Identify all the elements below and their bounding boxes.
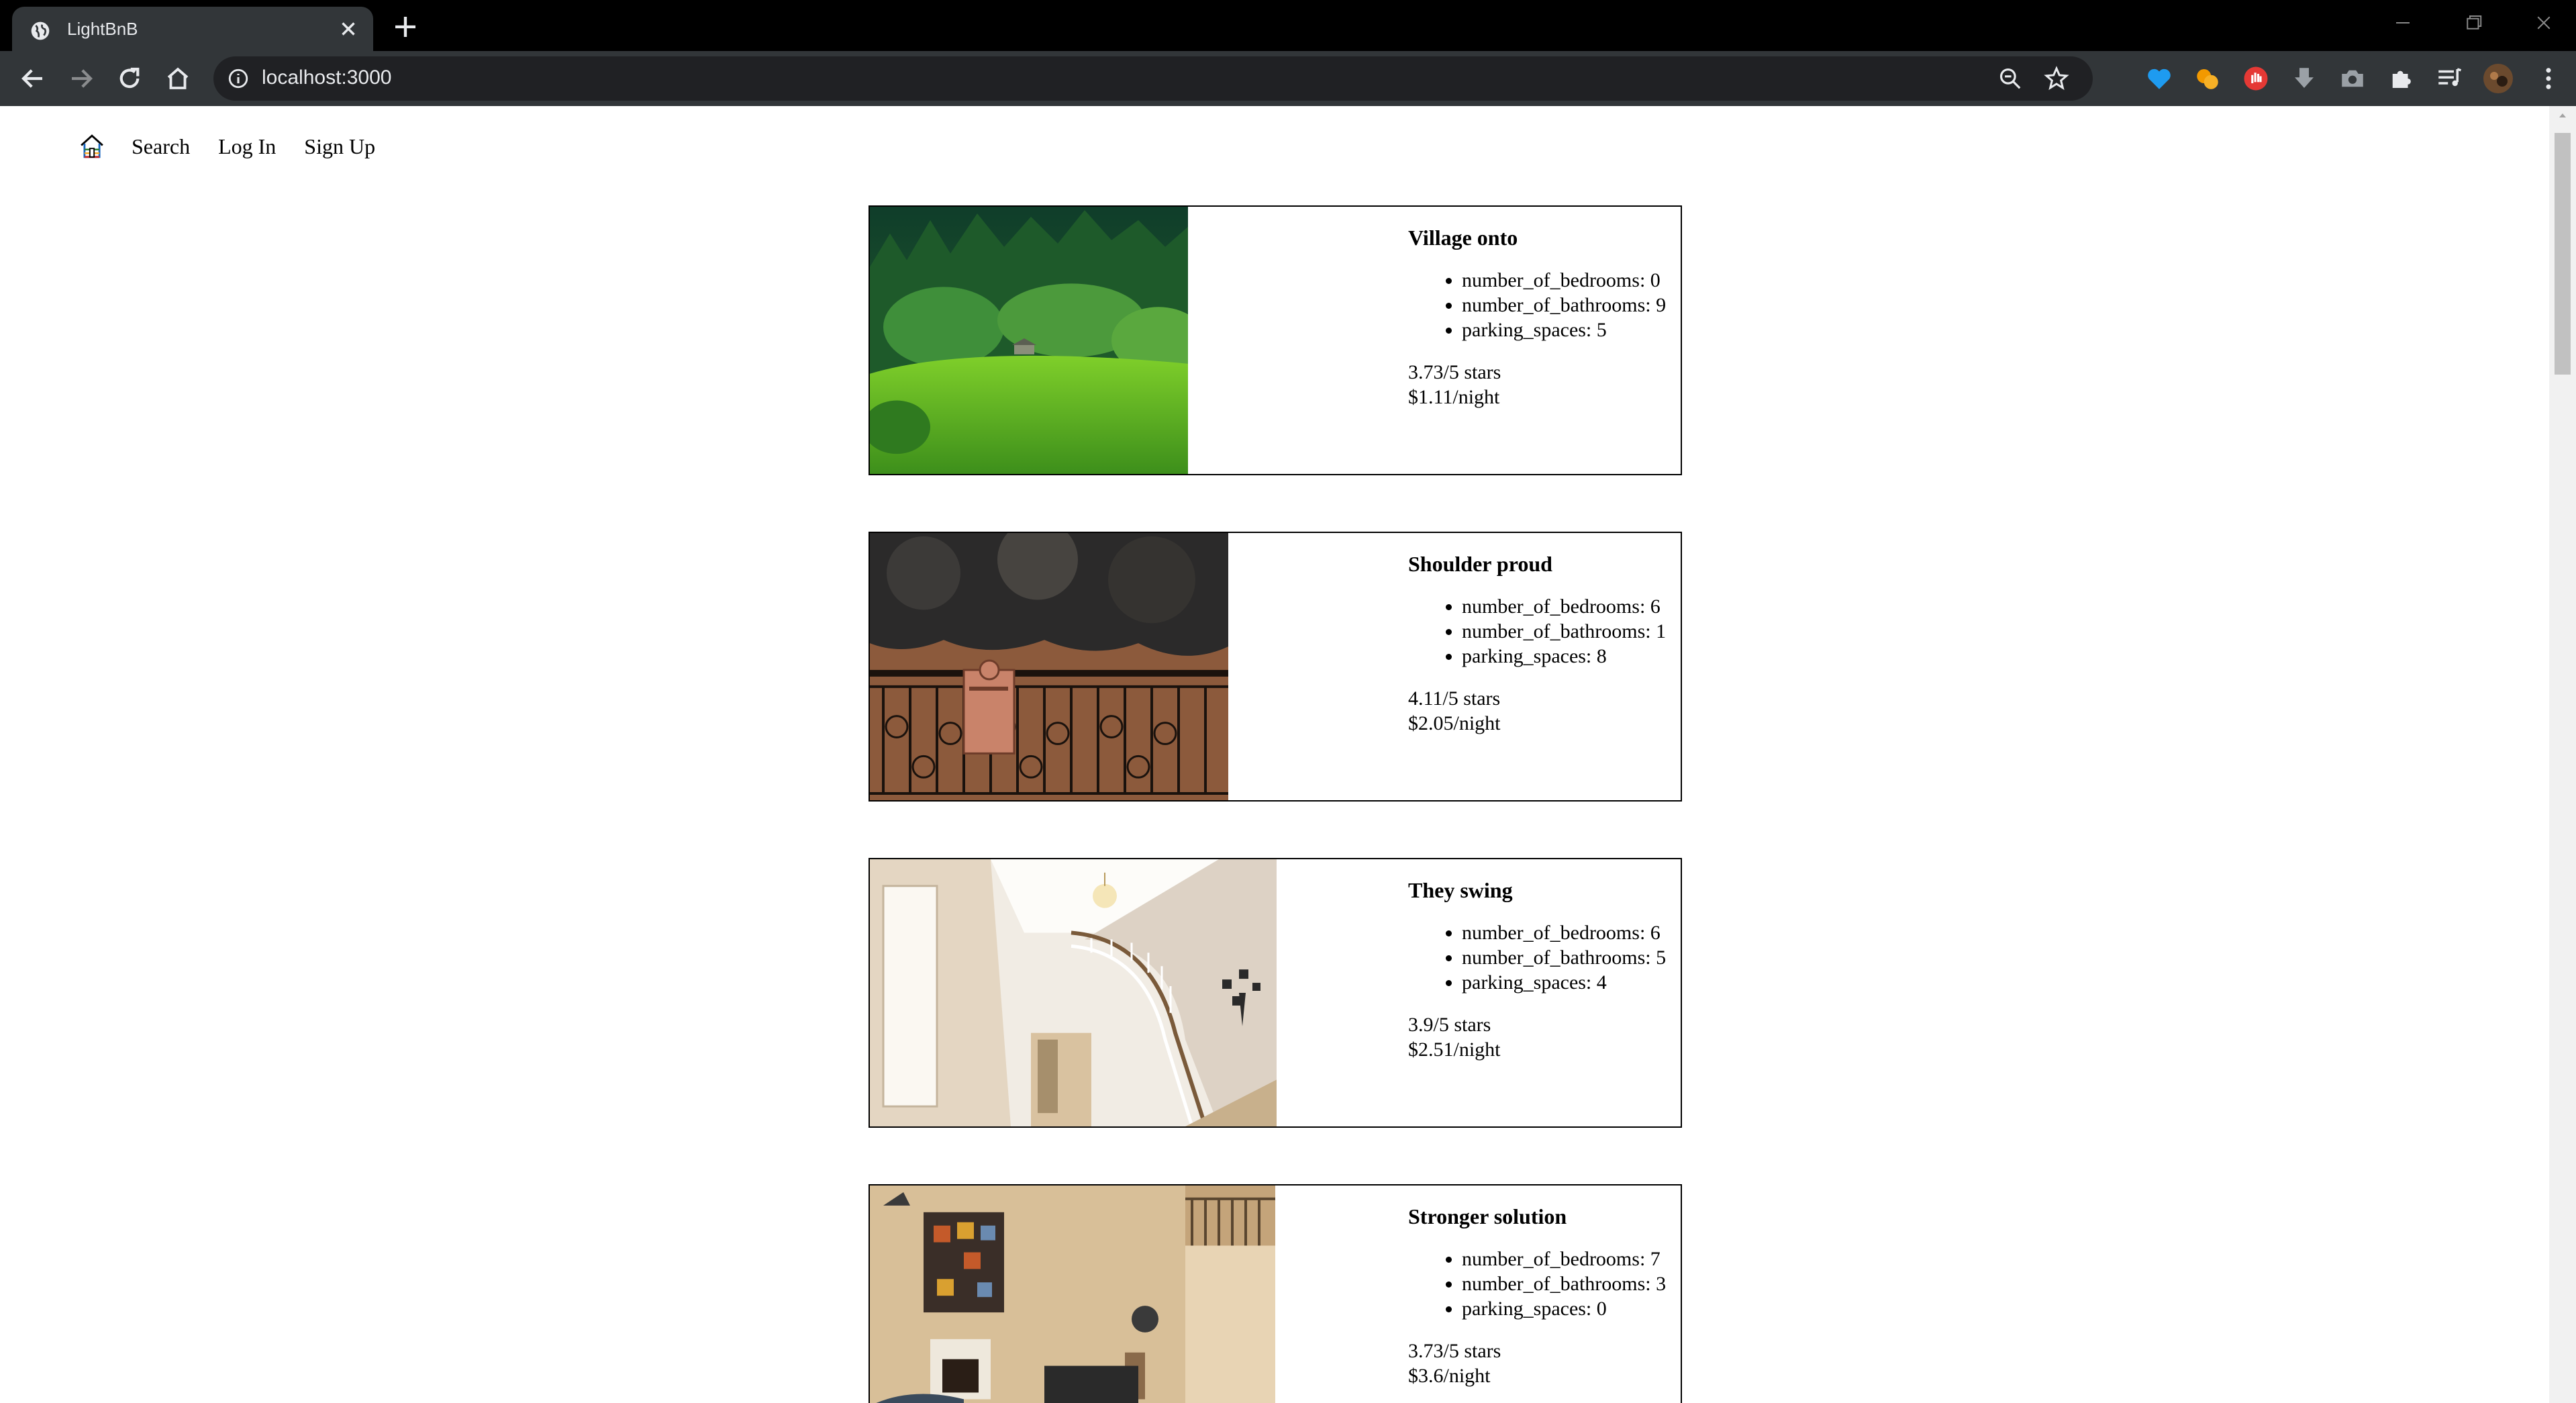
listing-feature: number_of_bathrooms: 9 <box>1462 293 1682 318</box>
listing-feature: parking_spaces: 5 <box>1462 318 1682 342</box>
property-photo <box>870 533 1228 800</box>
orange-extension-icon[interactable] <box>2193 64 2222 93</box>
listing-feature: number_of_bedrooms: 7 <box>1462 1247 1682 1271</box>
listing-details: Stronger solution number_of_bedrooms: 7 … <box>1408 1204 1682 1388</box>
site-nav: Search Log In Sign Up <box>79 126 403 166</box>
listing-rating: 3.73/5 stars <box>1408 1340 1501 1362</box>
listing-rating: 3.73/5 stars <box>1408 361 1501 383</box>
camera-extension-icon[interactable] <box>2338 64 2367 93</box>
puzzle-extensions-icon[interactable] <box>2387 64 2415 93</box>
url-text: localhost:3000 <box>262 66 392 89</box>
listing-feature: number_of_bathrooms: 3 <box>1462 1271 1682 1296</box>
more-menu-icon[interactable] <box>2534 64 2563 93</box>
listing-feature: parking_spaces: 0 <box>1462 1296 1682 1321</box>
close-tab-icon[interactable] <box>337 17 360 40</box>
red-hand-extension-icon[interactable] <box>2242 64 2270 93</box>
tab-title: LightBnB <box>67 19 138 39</box>
listing-feature: number_of_bedrooms: 6 <box>1462 920 1682 945</box>
minimize-icon[interactable] <box>2386 9 2420 36</box>
heart-extension-icon[interactable] <box>2145 64 2173 93</box>
listing-feature: parking_spaces: 8 <box>1462 644 1682 669</box>
page-content: Search Log In Sign Up Village onto • num… <box>0 106 2549 1403</box>
property-listing[interactable]: They swing number_of_bedrooms: 6 number_… <box>869 858 1682 1128</box>
zoom-icon[interactable] <box>1997 66 2023 91</box>
listing-features: number_of_bedrooms: 0 number_of_bathroom… <box>1408 268 1682 342</box>
property-listing[interactable]: Shoulder proud number_of_bedrooms: 6 num… <box>869 532 1682 802</box>
house-home-icon[interactable] <box>79 132 105 160</box>
listing-features: number_of_bedrooms: 6 number_of_bathroom… <box>1408 920 1682 995</box>
property-listing[interactable]: Stronger solution number_of_bedrooms: 7 … <box>869 1184 1682 1403</box>
bookmark-star-icon[interactable] <box>2043 65 2070 92</box>
scroll-up-arrow-icon[interactable] <box>2557 110 2568 121</box>
profile-avatar-icon[interactable] <box>2482 62 2514 95</box>
listing-title: Shoulder proud <box>1408 552 1552 576</box>
listing-feature: number_of_bedrooms: 0 <box>1462 268 1682 293</box>
nav-search-link[interactable]: Search <box>132 134 190 159</box>
listing-features: number_of_bedrooms: 6 number_of_bathroom… <box>1408 594 1682 669</box>
listing-title: They swing <box>1408 878 1513 902</box>
listing-feature: number_of_bathrooms: 1 <box>1462 619 1682 644</box>
page-scrollbar[interactable] <box>2549 106 2576 1403</box>
browser-tab[interactable]: LightBnB <box>12 7 373 51</box>
listing-details: Village onto number_of_bedrooms: 0 numbe… <box>1408 226 1682 409</box>
listing-price: $1.11/night <box>1408 386 1500 408</box>
listing-features: number_of_bedrooms: 7 number_of_bathroom… <box>1408 1247 1682 1321</box>
property-photo <box>870 859 1277 1126</box>
new-tab-icon[interactable] <box>392 13 419 40</box>
globe-icon <box>31 21 50 40</box>
property-photo <box>870 207 1188 474</box>
listing-feature: number_of_bathrooms: 5 <box>1462 945 1682 970</box>
info-icon[interactable] <box>227 67 250 90</box>
listing-price: $3.6/night <box>1408 1365 1491 1387</box>
browser-toolbar: localhost:3000 <box>0 51 2576 106</box>
listing-feature: parking_spaces: 4 <box>1462 970 1682 995</box>
browser-tab-strip: LightBnB <box>0 0 2576 51</box>
property-photo <box>870 1186 1275 1403</box>
listing-price: $2.51/night <box>1408 1038 1501 1061</box>
nav-sign-up-link[interactable]: Sign Up <box>304 134 375 159</box>
listing-rating: 3.9/5 stars <box>1408 1014 1491 1036</box>
listing-rating: 4.11/5 stars <box>1408 687 1501 710</box>
listing-details: They swing number_of_bedrooms: 6 number_… <box>1408 878 1682 1062</box>
address-bar[interactable]: localhost:3000 <box>213 56 2093 101</box>
close-window-icon[interactable] <box>2527 9 2561 36</box>
back-arrow-icon[interactable] <box>19 64 47 93</box>
listing-title: Village onto <box>1408 226 1518 250</box>
scrollbar-thumb[interactable] <box>2555 133 2571 375</box>
listing-feature: number_of_bedrooms: 6 <box>1462 594 1682 619</box>
media-playlist-icon[interactable] <box>2435 64 2463 93</box>
forward-arrow-icon[interactable] <box>67 64 95 93</box>
listing-details: Shoulder proud number_of_bedrooms: 6 num… <box>1408 552 1682 736</box>
property-listing[interactable]: Village onto number_of_bedrooms: 0 numbe… <box>869 205 1682 475</box>
download-extension-icon[interactable] <box>2290 64 2318 93</box>
nav-log-in-link[interactable]: Log In <box>218 134 276 159</box>
restore-icon[interactable] <box>2457 9 2490 36</box>
listing-title: Stronger solution <box>1408 1204 1567 1228</box>
listing-price: $2.05/night <box>1408 712 1501 734</box>
reload-icon[interactable] <box>115 64 144 93</box>
home-icon[interactable] <box>164 64 192 93</box>
